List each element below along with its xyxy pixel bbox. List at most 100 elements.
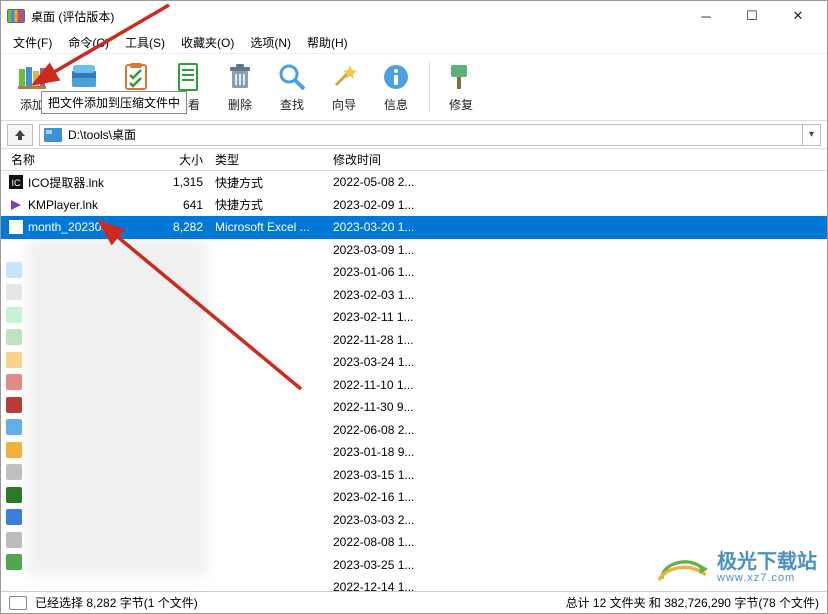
up-button[interactable] [7,124,33,146]
table-row[interactable]: 2022-08-08 1... [1,531,827,554]
file-date: 2023-03-03 2... [327,513,487,527]
table-row[interactable]: 2023-03-15 1... [1,464,827,487]
file-icon [7,534,25,550]
table-row[interactable]: 2023-02-11 1... [1,306,827,329]
menu-help[interactable]: 帮助(H) [299,32,356,53]
column-headers[interactable]: 名称 大小 类型 修改时间 [1,149,827,171]
status-grip-icon [9,596,27,610]
table-row[interactable]: Xmonth_202303...8,282Microsoft Excel ...… [1,216,827,239]
file-name: month_202303... [28,220,161,234]
menubar: 文件(F) 命令(C) 工具(S) 收藏夹(O) 选项(N) 帮助(H) [1,31,827,53]
file-icon [7,197,25,213]
toolbar-wizard-button[interactable]: 向导 [319,58,369,118]
table-row[interactable]: 2023-02-03 1... [1,284,827,307]
table-row[interactable]: 2023-01-06 1... [1,261,827,284]
toolbar-repair-button[interactable]: 修复 [436,58,486,118]
file-size: 8,282 [161,220,209,234]
file-icon [7,264,25,280]
file-name: ICO提取器.lnk [28,174,161,191]
file-date: 2023-02-09 1... [327,198,487,212]
brand-name: 极光下载站 [717,552,817,573]
add-tooltip: 把文件添加到压缩文件中 [41,91,187,114]
file-icon [7,287,25,303]
file-icon [7,422,25,438]
toolbar-delete-button[interactable]: 删除 [215,58,265,118]
table-row[interactable]: ICICO提取器.lnk1,315快捷方式2022-05-08 2... [1,171,827,194]
col-size[interactable]: 大小 [161,151,209,168]
toolbar-info-button[interactable]: 信息 [371,58,421,118]
file-icon [7,557,25,573]
col-type[interactable]: 类型 [209,151,327,168]
file-icon [7,489,25,505]
trash-icon [223,60,257,94]
menu-options[interactable]: 选项(N) [242,32,299,53]
svg-text:IC: IC [12,178,22,188]
titlebar: 桌面 (评估版本) ─ ☐ ✕ [1,1,827,31]
file-date: 2022-11-28 1... [327,333,487,347]
file-date: 2022-11-30 9... [327,400,487,414]
file-icon: X [7,219,25,235]
file-icon [7,444,25,460]
wand-icon [327,60,361,94]
table-row[interactable]: 2023-03-09 1... [1,239,827,262]
file-date: 2022-05-08 2... [327,175,487,189]
search-icon [275,60,309,94]
file-date: 2023-01-18 9... [327,445,487,459]
toolbar-find-button[interactable]: 查找 [267,58,317,118]
menu-file[interactable]: 文件(F) [5,32,60,53]
file-icon [7,354,25,370]
file-icon: IC [7,174,25,190]
toolbar-info-label: 信息 [384,96,408,113]
status-selection: 已经选择 8,282 字节(1 个文件) [35,594,198,611]
statusbar: 已经选择 8,282 字节(1 个文件) 总计 12 文件夹 和 382,726… [1,591,827,613]
toolbar-find-label: 查找 [280,96,304,113]
file-size: 641 [161,198,209,212]
file-icon [7,242,25,258]
col-name[interactable]: 名称 [1,151,161,168]
menu-favorites[interactable]: 收藏夹(O) [173,32,242,53]
table-row[interactable]: 2022-11-28 1... [1,329,827,352]
menu-tools[interactable]: 工具(S) [117,32,173,53]
document-icon [171,60,205,94]
minimize-button[interactable]: ─ [683,1,729,31]
file-icon [7,399,25,415]
toolbar-repair-label: 修复 [449,96,473,113]
table-row[interactable]: 2023-03-24 1... [1,351,827,374]
table-row[interactable]: KMPlayer.lnk641快捷方式2023-02-09 1... [1,194,827,217]
file-type: Microsoft Excel ... [209,220,327,234]
close-button[interactable]: ✕ [775,1,821,31]
address-dropdown[interactable]: ▾ [802,125,820,145]
books-icon [15,60,49,94]
file-list[interactable]: ICICO提取器.lnk1,315快捷方式2022-05-08 2...KMPl… [1,171,827,591]
toolbar-wizard-label: 向导 [332,96,356,113]
file-date: 2023-03-20 1... [327,220,487,234]
file-date: 2023-02-03 1... [327,288,487,302]
addressbar: D:\tools\桌面 ▾ [1,121,827,149]
file-date: 2023-03-25 1... [327,558,487,572]
table-row[interactable]: 2022-06-08 2... [1,419,827,442]
table-row[interactable]: 2022-11-30 9... [1,396,827,419]
file-date: 2022-12-14 1... [327,580,487,591]
file-icon [7,512,25,528]
file-icon [7,579,25,591]
file-date: 2022-06-08 2... [327,423,487,437]
file-date: 2022-08-08 1... [327,535,487,549]
info-icon [379,60,413,94]
menu-command[interactable]: 命令(C) [60,32,117,53]
file-name: KMPlayer.lnk [28,198,161,212]
winrar-window: 桌面 (评估版本) ─ ☐ ✕ 文件(F) 命令(C) 工具(S) 收藏夹(O)… [0,0,828,614]
table-row[interactable]: 2022-11-10 1... [1,374,827,397]
maximize-button[interactable]: ☐ [729,1,775,31]
table-row[interactable]: 2023-03-03 2... [1,509,827,532]
file-date: 2023-03-15 1... [327,468,487,482]
file-date: 2023-03-24 1... [327,355,487,369]
svg-text:X: X [13,223,19,233]
col-date[interactable]: 修改时间 [327,151,487,168]
brand-url: www.xz7.com [717,573,795,585]
file-type: 快捷方式 [209,196,327,213]
address-input[interactable]: D:\tools\桌面 ▾ [39,124,821,146]
table-row[interactable]: 2023-01-18 9... [1,441,827,464]
winrar-icon [7,9,25,23]
file-date: 2023-02-16 1... [327,490,487,504]
table-row[interactable]: 2023-02-16 1... [1,486,827,509]
